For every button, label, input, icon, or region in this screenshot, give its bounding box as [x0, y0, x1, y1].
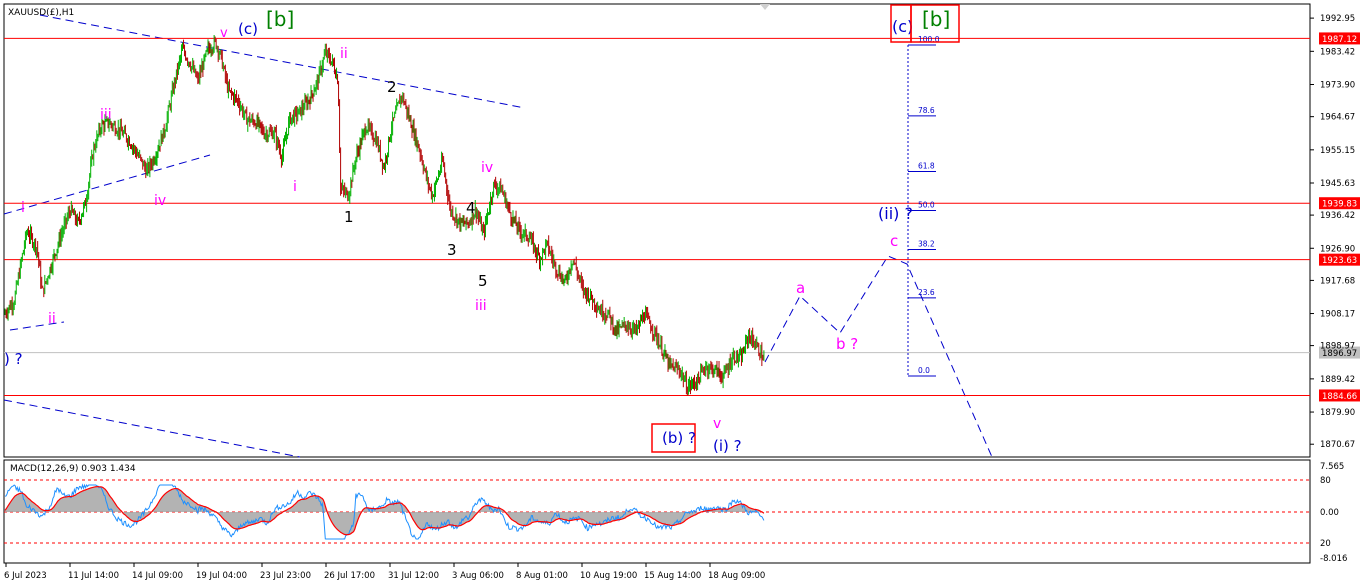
wave-label: v — [220, 26, 228, 41]
wave-label: 3 — [447, 241, 457, 259]
price-tick-label: 1955.15 — [1320, 146, 1355, 156]
price-tick-label: 1889.42 — [1320, 375, 1355, 385]
wave-label: (ii) ? — [878, 204, 913, 223]
time-tick-label: 31 Jul 12:00 — [388, 571, 439, 581]
time-tick-label: 3 Aug 06:00 — [452, 571, 504, 581]
time-tick-label: 19 Jul 04:00 — [196, 571, 247, 581]
time-tick-label: 18 Aug 09:00 — [708, 571, 765, 581]
macd-tick-label: 0.00 — [1320, 508, 1339, 518]
fibonacci-level-label: 23.6 — [918, 288, 935, 297]
price-level-label: 1987.12 — [1322, 35, 1357, 45]
time-tick-label: 14 Jul 09:00 — [132, 571, 183, 581]
wave-label: iv — [481, 160, 493, 176]
time-tick-label: 11 Jul 14:00 — [68, 571, 119, 581]
wave-label: ii — [340, 46, 348, 62]
wave-label: b ? — [836, 335, 858, 353]
price-level-label: 1884.66 — [1322, 392, 1357, 402]
fibonacci-level-label: 50.0 — [918, 201, 935, 210]
wave-label: 5 — [478, 272, 488, 290]
price-tick-label: 1917.68 — [1320, 276, 1355, 286]
time-tick-label: 10 Aug 19:00 — [580, 571, 637, 581]
chart: XAUUSD(£),H1 1987.12 1939.83 1923.63 1884.6… — [0, 0, 1366, 588]
time-tick-label: 15 Aug 14:00 — [644, 571, 701, 581]
wave-label: i — [293, 179, 297, 195]
price-tick-label: 1945.63 — [1320, 179, 1355, 189]
price-tick-label: 1879.90 — [1320, 408, 1355, 418]
wave-label: (b) ? — [662, 429, 696, 447]
wave-label: v — [713, 416, 721, 432]
price-tick-label: 1964.67 — [1320, 113, 1355, 123]
wave-label: (c) — [892, 17, 913, 36]
time-tick-label: 6 Jul 2023 — [4, 571, 47, 581]
wave-label: 4 — [466, 199, 476, 217]
price-tick-label: 1973.90 — [1320, 80, 1355, 90]
wave-label: c — [890, 232, 898, 250]
wave-label: i — [21, 200, 25, 216]
price-level-label: 1939.83 — [1322, 200, 1357, 210]
price-level-label: 1923.63 — [1322, 256, 1357, 266]
macd-label: MACD(12,26,9) 0.903 1.434 — [10, 464, 136, 474]
wave-label: ) ? — [4, 350, 23, 368]
time-tick-label: 23 Jul 23:00 — [260, 571, 311, 581]
price-tick-label: 1908.17 — [1320, 310, 1355, 320]
wave-label: (c) — [238, 20, 258, 38]
wave-label: 2 — [387, 78, 397, 96]
time-tick-label: 26 Jul 17:00 — [324, 571, 375, 581]
wave-label: [b] — [266, 7, 294, 31]
wave-label: a — [796, 279, 805, 297]
price-tick-label: 1898.97 — [1320, 342, 1355, 352]
fibonacci-level-label: 78.6 — [918, 106, 935, 115]
macd-tick-label: -8.016 — [1320, 554, 1347, 564]
macd-tick-label: 80 — [1320, 476, 1331, 486]
wave-label: (i) ? — [713, 437, 742, 455]
wave-label: 1 — [344, 208, 354, 226]
price-tick-label: 1870.67 — [1320, 440, 1355, 450]
time-tick-label: 8 Aug 01:00 — [516, 571, 568, 581]
wave-label: iv — [154, 193, 166, 209]
fibonacci-level-label: 61.8 — [918, 161, 935, 170]
macd-tick-label: 7.565 — [1320, 462, 1344, 472]
price-tick-label: 1983.42 — [1320, 47, 1355, 57]
chart-background — [0, 0, 1366, 588]
price-tick-label: 1936.42 — [1320, 211, 1355, 221]
wave-label: [b] — [922, 7, 950, 31]
fibonacci-level-label: 38.2 — [918, 240, 935, 249]
macd-tick-label: 20 — [1320, 539, 1331, 549]
wave-label: iii — [100, 107, 112, 123]
price-tick-label: 1926.90 — [1320, 244, 1355, 254]
fibonacci-level-label: 0.0 — [918, 366, 930, 375]
chart-title: XAUUSD(£),H1 — [8, 8, 74, 18]
wave-label: iii — [475, 298, 487, 314]
price-tick-label: 1992.95 — [1320, 14, 1355, 24]
wave-label: ii — [48, 311, 56, 327]
